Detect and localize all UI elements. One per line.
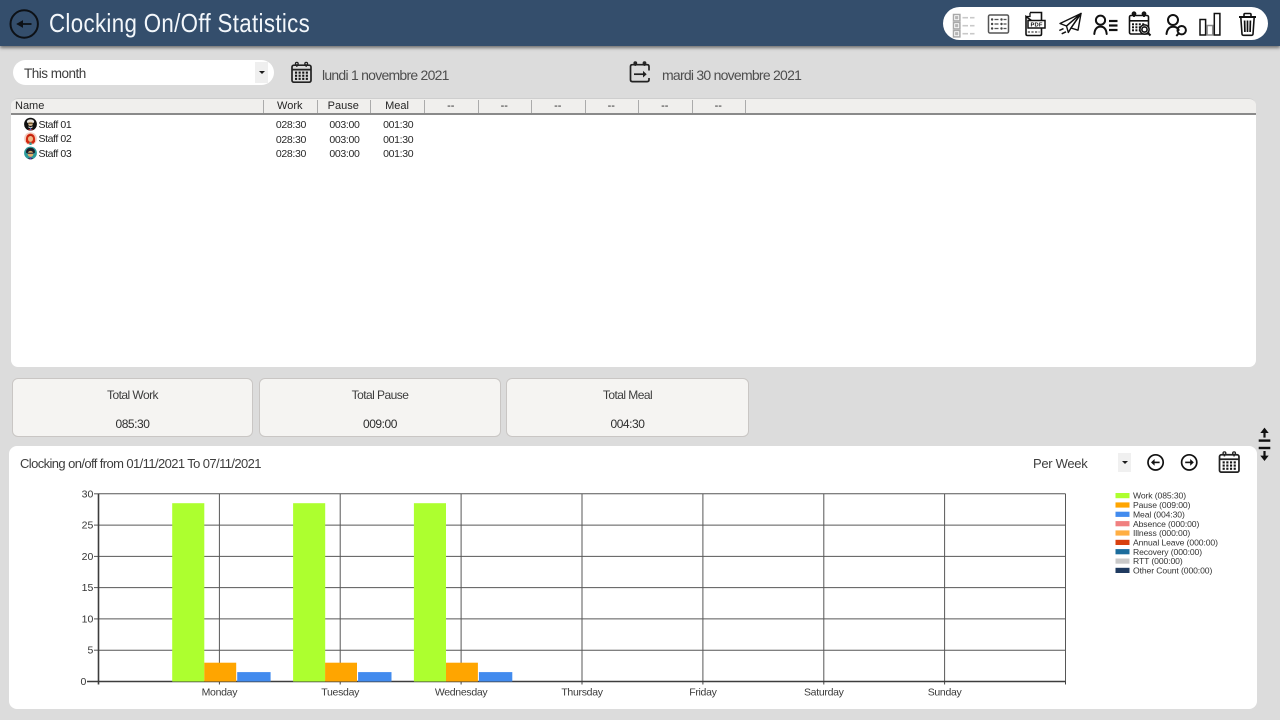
svg-text:Tuesday: Tuesday [321,687,360,699]
svg-text:Friday: Friday [689,687,717,699]
svg-text:20: 20 [82,551,94,563]
svg-text:25: 25 [82,520,94,532]
svg-text:Saturday: Saturday [804,687,845,699]
svg-text:Thursday: Thursday [561,687,603,699]
svg-text:15: 15 [82,582,94,594]
svg-text:30: 30 [82,488,94,500]
svg-text:5: 5 [87,645,93,657]
svg-text:Other Count (000:00): Other Count (000:00) [1133,566,1212,576]
svg-text:0: 0 [80,676,86,688]
svg-text:Monday: Monday [202,687,239,699]
svg-text:PDF: PDF [1030,22,1042,28]
svg-text:Sunday: Sunday [928,687,963,699]
svg-text:10: 10 [82,613,94,625]
svg-text:Wednesday: Wednesday [435,687,489,699]
